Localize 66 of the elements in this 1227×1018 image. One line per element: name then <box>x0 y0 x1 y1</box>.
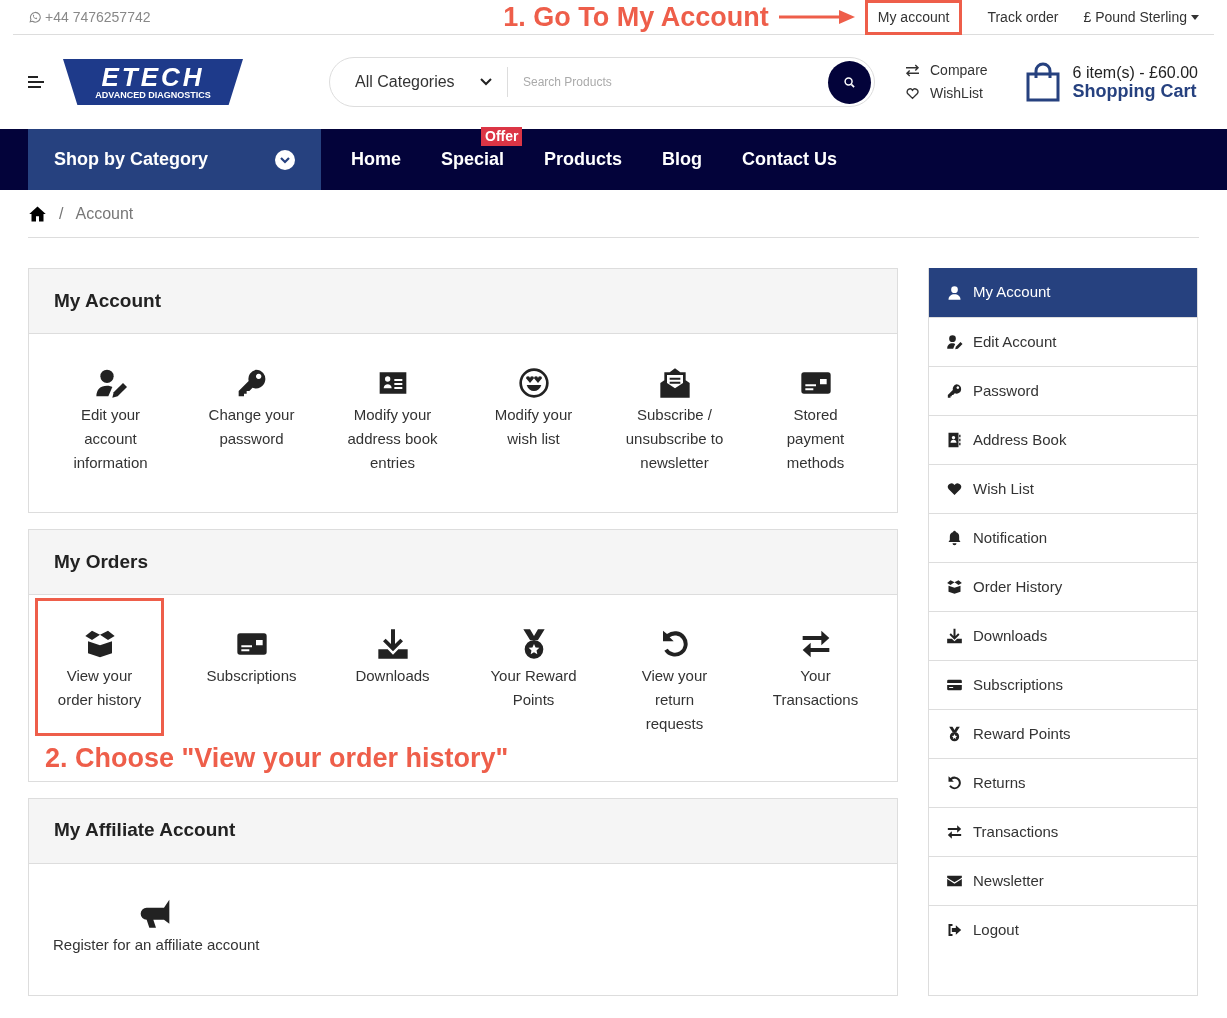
panel-title: My Account <box>54 288 161 313</box>
address-book-icon <box>946 432 963 448</box>
undo-icon <box>946 775 963 791</box>
logo[interactable]: ETECH ADVANCED DIAGNOSTICS <box>63 59 243 105</box>
shopping-cart[interactable]: 6 item(s) - £60.00 Shopping Cart <box>1024 62 1198 102</box>
panel-title: My Affiliate Account <box>54 818 236 843</box>
nav-link[interactable]: Blog <box>662 149 703 169</box>
account-option[interactable]: Your Transactions <box>745 628 886 736</box>
menu-icon[interactable] <box>28 76 44 88</box>
top-link[interactable]: Track order <box>974 0 1072 35</box>
breadcrumb-link[interactable]: Account <box>75 201 134 226</box>
user-pen-icon <box>946 334 963 350</box>
category-dropdown[interactable]: All Categories <box>355 67 508 97</box>
nav-link[interactable]: Special <box>441 149 505 169</box>
account-option[interactable]: View your order history <box>35 598 164 736</box>
compare-link[interactable]: Compare <box>905 60 988 81</box>
cart-summary: 6 item(s) - £60.00 <box>1072 63 1198 82</box>
nav-link[interactable]: Products <box>544 149 623 169</box>
annotation-text: 2. Choose "View your order history" <box>45 743 509 773</box>
account-option[interactable]: Subscriptions <box>181 628 322 736</box>
nav-link[interactable]: Home <box>351 149 401 169</box>
offer-badge: Offer <box>481 127 523 146</box>
heart-icon <box>905 87 920 100</box>
account-option[interactable]: View your return requests <box>604 628 745 736</box>
account-option[interactable]: Modify your wish list <box>463 367 604 475</box>
cart-label: Shopping Cart <box>1072 82 1198 101</box>
account-option[interactable]: Modify your address book entries <box>322 367 463 475</box>
breadcrumb-separator: / <box>59 203 64 224</box>
key-icon <box>946 383 963 399</box>
top-link[interactable]: My account <box>864 0 963 35</box>
wishlist-link[interactable]: WishList <box>905 83 988 104</box>
currency-dropdown[interactable]: £ Pound Sterling <box>1083 6 1214 28</box>
search-icon <box>844 76 855 88</box>
user-icon <box>946 284 963 301</box>
phone-chat-icon <box>28 10 41 24</box>
shopping-bag-icon <box>1024 62 1061 102</box>
heart-icon <box>946 481 963 497</box>
nav-link[interactable]: Contact Us <box>742 149 838 169</box>
exchange-arrows-icon <box>946 824 963 840</box>
logo-wordmark: ETECH <box>101 63 205 90</box>
annotation-text: 1. Go To My Account <box>503 0 769 34</box>
bell-icon <box>946 530 963 546</box>
account-option[interactable]: Change your password <box>181 367 322 475</box>
logout-icon <box>946 922 963 938</box>
box-icon <box>946 579 963 595</box>
account-option[interactable]: Downloads <box>322 628 463 736</box>
panel-title: My Orders <box>54 549 148 574</box>
phone-number: +44 7476257742 <box>45 7 151 27</box>
download-icon <box>946 628 963 644</box>
account-option[interactable]: Edit your account information <box>40 367 181 475</box>
account-option[interactable]: Register for an affiliate account <box>53 896 260 957</box>
home-icon <box>28 204 47 223</box>
category-menu-button[interactable]: Shop by Category <box>28 129 321 190</box>
caret-icon <box>1191 14 1199 20</box>
account-option[interactable]: Subscribe / unsubscribe to newsletter <box>604 367 745 475</box>
logo-tagline: ADVANCED DIAGNOSTICS <box>95 89 211 101</box>
account-option[interactable]: Your Reward Points <box>463 628 604 736</box>
chevron-circle-icon <box>275 149 295 170</box>
envelope-icon <box>946 873 963 889</box>
chevron-down-icon <box>480 78 492 86</box>
sidebar-item[interactable]: My Account <box>929 268 1197 317</box>
credit-card-icon <box>946 677 963 693</box>
search-input[interactable]: Search Products <box>523 73 828 91</box>
search-button[interactable] <box>828 60 871 104</box>
account-option[interactable]: Stored payment methods <box>745 367 886 475</box>
compare-arrows-icon <box>905 64 920 77</box>
